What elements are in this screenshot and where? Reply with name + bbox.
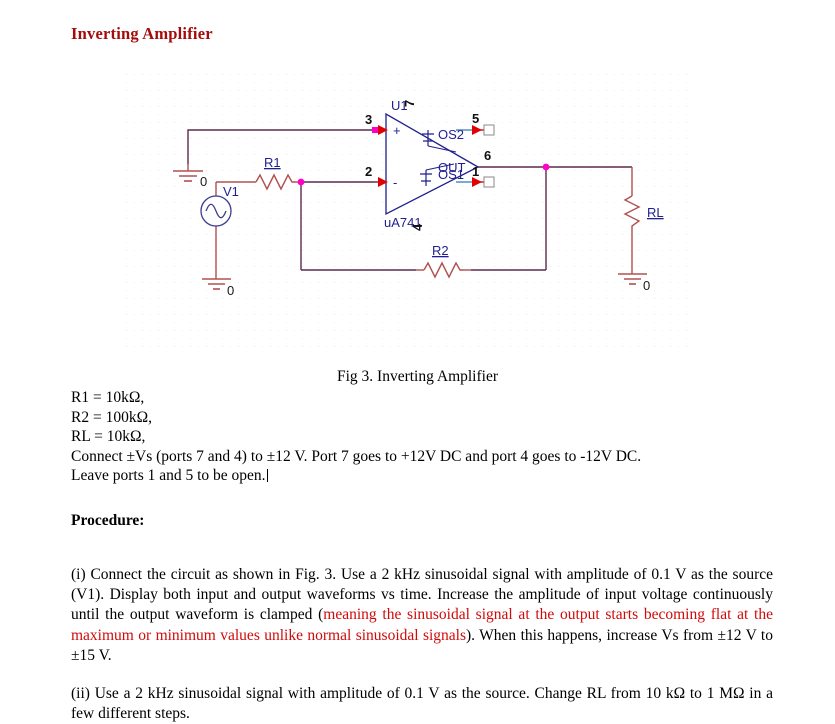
figure-caption: Fig 3. Inverting Amplifier <box>0 368 835 386</box>
opamp-plus-label: + <box>393 123 401 138</box>
pin-4-label: 4 <box>410 223 425 231</box>
pin-5-label: 5 <box>472 111 479 126</box>
procedure-item-i: (i) Connect the circuit as shown in Fig.… <box>71 565 773 667</box>
page-title: Inverting Amplifier <box>71 24 213 44</box>
voltage-source-v1 <box>201 196 231 226</box>
opamp-os1-label: OS1 <box>438 167 464 182</box>
spec-open-ports-text: Leave ports 1 and 5 to be open. <box>71 467 266 484</box>
rl-label: RL <box>647 205 664 220</box>
component-values-list: R1 = 10kΩ, R2 = 100kΩ, RL = 10kΩ, Connec… <box>71 388 791 486</box>
pin-1-label: 1 <box>472 164 479 179</box>
opamp-os2-label: OS2 <box>438 127 464 142</box>
circuit-schematic: 0 V1 0 R1 R2 RL 0 U1 uA <box>126 74 688 348</box>
procedure-heading: Procedure: <box>71 512 144 530</box>
procedure-item-ii: (ii) Use a 2 kHz sinusoidal signal with … <box>71 684 773 724</box>
pin-2-label: 2 <box>365 164 372 179</box>
source-label: V1 <box>223 184 239 199</box>
text-caret <box>267 469 268 482</box>
ground-source-label: 0 <box>227 283 234 298</box>
pin-6-label: 6 <box>484 148 491 163</box>
ground-load-label: 0 <box>643 278 650 293</box>
r2-label: R2 <box>432 243 449 258</box>
spec-line-rl: RL = 10kΩ, <box>71 427 791 447</box>
opamp-minus-label: - <box>393 175 397 190</box>
spec-line-open-ports: Leave ports 1 and 5 to be open. <box>71 466 791 486</box>
spec-line-r1: R1 = 10kΩ, <box>71 388 791 408</box>
spec-line-supply: Connect ±Vs (ports 7 and 4) to ±12 V. Po… <box>71 447 791 467</box>
pin-3-label: 3 <box>365 112 372 127</box>
spec-line-r2: R2 = 100kΩ, <box>71 408 791 428</box>
pin-7-label: 7 <box>402 100 417 107</box>
r1-label: R1 <box>264 155 281 170</box>
ground-left-label: 0 <box>200 174 207 189</box>
